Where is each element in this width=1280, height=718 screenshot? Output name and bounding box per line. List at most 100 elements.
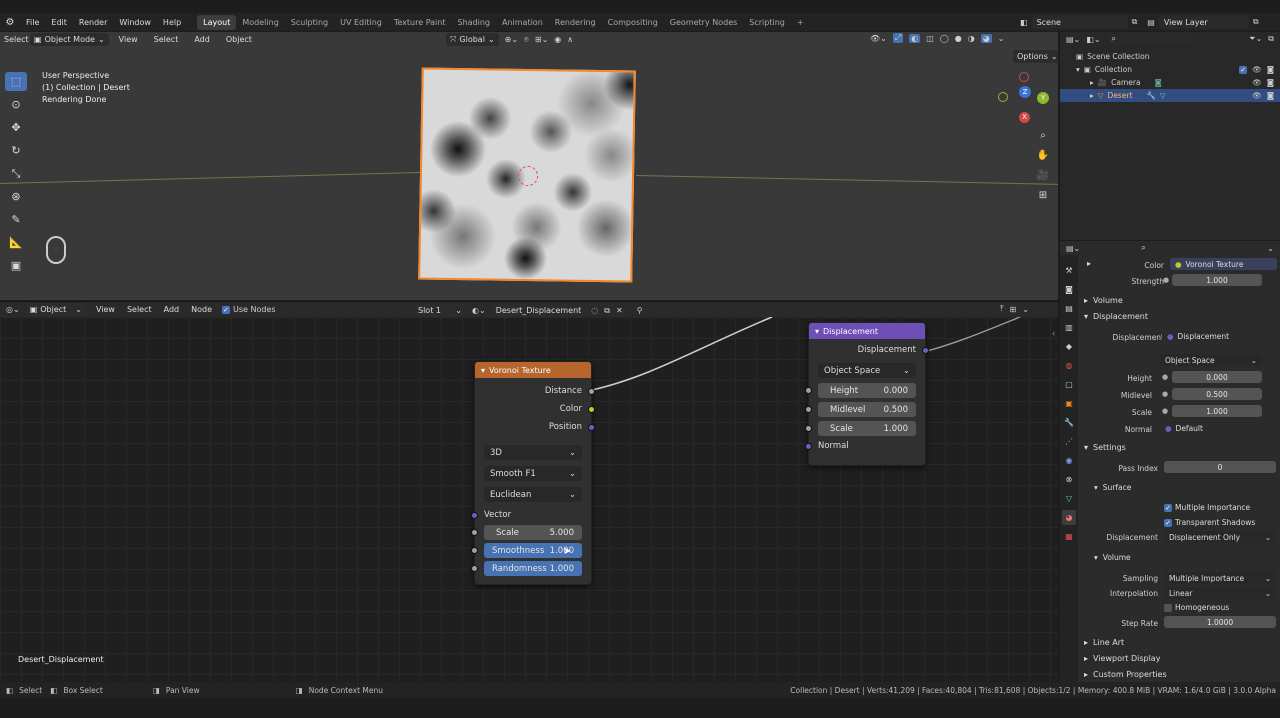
select-tool-icon[interactable]: ⬚ (5, 72, 27, 91)
gizmo-y-axis[interactable]: Y (1037, 92, 1049, 104)
tab-uv-editing[interactable]: UV Editing (334, 15, 388, 30)
add-workspace-icon[interactable]: + (791, 15, 810, 30)
exclude-checkbox[interactable]: ✓ (1239, 65, 1248, 74)
homogeneous-checkbox[interactable]: Homogeneous (1164, 603, 1229, 612)
prop-scale-field[interactable]: 1.000 (1172, 405, 1262, 417)
viewport-menu-object[interactable]: Object (220, 35, 258, 44)
height-socket[interactable] (805, 387, 812, 394)
eye-icon[interactable]: 👁 (1252, 89, 1262, 102)
voronoi-node-header[interactable]: ▾ Voronoi Texture (475, 362, 591, 378)
tab-compositing[interactable]: Compositing (602, 15, 664, 30)
outliner-scene-collection[interactable]: ▣ Scene Collection (1060, 50, 1280, 63)
displacement-node-header[interactable]: ▾ Displacement (809, 323, 925, 339)
volume-sub-header[interactable]: ▾ Volume (1094, 553, 1131, 562)
3d-cursor-icon[interactable] (518, 166, 538, 186)
distance-socket[interactable] (588, 387, 595, 395)
camera-view-icon[interactable]: 🎥 (1034, 166, 1052, 184)
custom-properties-section-header[interactable]: ▸ Custom Properties (1084, 670, 1167, 679)
fake-user-icon[interactable]: ◌ (591, 306, 598, 315)
falloff-icon[interactable]: ∧ (567, 35, 573, 44)
multiple-importance-checkbox[interactable]: ✓ Multiple Importance (1164, 503, 1250, 512)
properties-search[interactable]: ⌕ (1136, 242, 1207, 254)
tab-layout[interactable]: Layout (197, 14, 237, 30)
color-socket[interactable] (588, 405, 595, 413)
xray-icon[interactable]: ◫ (926, 34, 934, 43)
use-nodes-checkbox[interactable]: ✓ Use Nodes (222, 305, 276, 314)
snap-icon[interactable]: ⌾ (524, 35, 529, 45)
distance-metric-dropdown[interactable]: Euclidean ⌄ (484, 487, 582, 502)
new-collection-icon[interactable]: ⧉ (1268, 34, 1274, 44)
texture-tab-icon[interactable]: ▦ (1062, 529, 1076, 544)
3d-viewport[interactable]: Select Box ▣ Object Mode ⌄ View Select Add… (0, 32, 1058, 300)
pivot-icon[interactable]: ⊕⌄ (505, 35, 518, 44)
add-cube-tool-icon[interactable]: ▣ (5, 256, 27, 275)
tab-texture-paint[interactable]: Texture Paint (388, 15, 452, 30)
proportional-edit-icon[interactable]: ◉ (554, 35, 561, 44)
outliner-collection[interactable]: ▾ ▣ Collection ✓ 👁 ◙ (1060, 63, 1280, 76)
move-tool-icon[interactable]: ✥ (5, 118, 27, 137)
disp-link-field[interactable]: ● Displacement (1162, 330, 1262, 342)
parent-node-tree-icon[interactable]: ⤒ (1000, 304, 1004, 314)
particles-tab-icon[interactable]: ⋰ (1062, 434, 1076, 449)
pin-icon[interactable]: ⚲ (637, 306, 643, 315)
eye-icon[interactable]: 👁 (1252, 76, 1262, 89)
mode-dropdown[interactable]: ▣ Object Mode ⌄ (30, 33, 109, 46)
view-layer-selector[interactable]: View Layer (1158, 15, 1249, 29)
material-browse-icon[interactable]: ◐⌄ (472, 306, 486, 315)
prop-height-field[interactable]: 0.000 (1172, 371, 1262, 383)
collapse-arrow-icon[interactable]: ▸ (1087, 259, 1091, 268)
shading-options-icon[interactable]: ⌄ (998, 34, 1005, 43)
tab-sculpting[interactable]: Sculpting (285, 15, 334, 30)
sampling-dropdown[interactable]: Multiple Importance ⌄ (1164, 572, 1276, 584)
view-layer-icon[interactable]: ▤ (1147, 18, 1155, 27)
blender-logo-icon[interactable]: ⚙ (0, 17, 20, 28)
output-tab-icon[interactable]: ▤ (1062, 301, 1076, 316)
menu-render[interactable]: Render (73, 18, 113, 27)
disp-scale-socket[interactable] (805, 425, 812, 432)
tab-scripting[interactable]: Scripting (743, 15, 791, 30)
snap-target-icon[interactable]: ⊞⌄ (535, 35, 548, 44)
smoothness-socket[interactable] (471, 547, 478, 554)
perspective-grid-icon[interactable]: ⊞ (1034, 186, 1052, 204)
menu-file[interactable]: File (20, 18, 45, 27)
settings-section-header[interactable]: ▾ Settings (1084, 443, 1126, 452)
options-chevron-icon[interactable]: ⌄ (1267, 244, 1274, 253)
scale-socket[interactable] (471, 529, 478, 536)
scale-tool-icon[interactable]: ⤡ (5, 164, 27, 183)
dimensions-dropdown[interactable]: 3D ⌄ (484, 445, 582, 460)
camera-render-icon[interactable]: ◙ (1267, 63, 1274, 76)
displacement-method-dropdown[interactable]: Displacement Only ⌄ (1164, 531, 1276, 543)
physics-tab-icon[interactable]: ◉ (1062, 453, 1076, 468)
gizmo-x-axis[interactable]: X (1019, 112, 1030, 123)
data-tab-icon[interactable]: ▽ (1062, 491, 1076, 506)
node-editor[interactable]: ▾ Voronoi Texture Distance Color Positio… (0, 317, 1058, 682)
menu-window[interactable]: Window (113, 18, 157, 27)
color-link-field[interactable]: ● Voronoi Texture (1170, 258, 1277, 270)
navigation-gizmo[interactable]: Z Y X (994, 68, 1050, 124)
feature-dropdown[interactable]: Smooth F1 ⌄ (484, 466, 582, 481)
collapse-arrow-icon[interactable]: ▾ (481, 366, 485, 375)
viewport-display-section-header[interactable]: ▸ Viewport Display (1084, 654, 1160, 663)
vector-socket[interactable] (471, 511, 478, 519)
outliner-search[interactable]: ⌕ (1106, 33, 1193, 45)
world-tab-icon[interactable]: ◍ (1062, 358, 1076, 373)
interpolation-dropdown[interactable]: Linear ⌄ (1164, 587, 1276, 599)
voronoi-scale-field[interactable]: Scale 5.000 (484, 525, 582, 540)
step-rate-field[interactable]: 1.0000 (1164, 616, 1276, 628)
outliner-item-desert[interactable]: ▸ ▽ Desert 🔧 ▽ 👁 ◙ (1060, 89, 1280, 102)
visibility-icon[interactable]: 👁⌄ (870, 34, 887, 43)
solid-shading-icon[interactable]: ● (955, 34, 962, 43)
camera-render-icon[interactable]: ◙ (1267, 89, 1274, 102)
camera-render-icon[interactable]: ◙ (1267, 76, 1274, 89)
prop-midlevel-field[interactable]: 0.500 (1172, 388, 1262, 400)
annotate-tool-icon[interactable]: ✎ (5, 210, 27, 229)
displacement-section-header[interactable]: ▾ Displacement (1084, 312, 1148, 321)
scene-selector[interactable]: Scene (1031, 15, 1128, 29)
options-dropdown[interactable]: Options ⌄ (1013, 50, 1058, 63)
voronoi-texture-node[interactable]: ▾ Voronoi Texture Distance Color Positio… (471, 361, 595, 585)
disp-space-dropdown[interactable]: Object Space ⌄ (1160, 354, 1262, 366)
unlink-material-icon[interactable]: ✕ (616, 306, 623, 315)
scene-icon[interactable]: ◧ (1020, 18, 1028, 27)
snap-node-icon[interactable]: ⊞ (1010, 305, 1017, 314)
tab-shading[interactable]: Shading (451, 15, 496, 30)
